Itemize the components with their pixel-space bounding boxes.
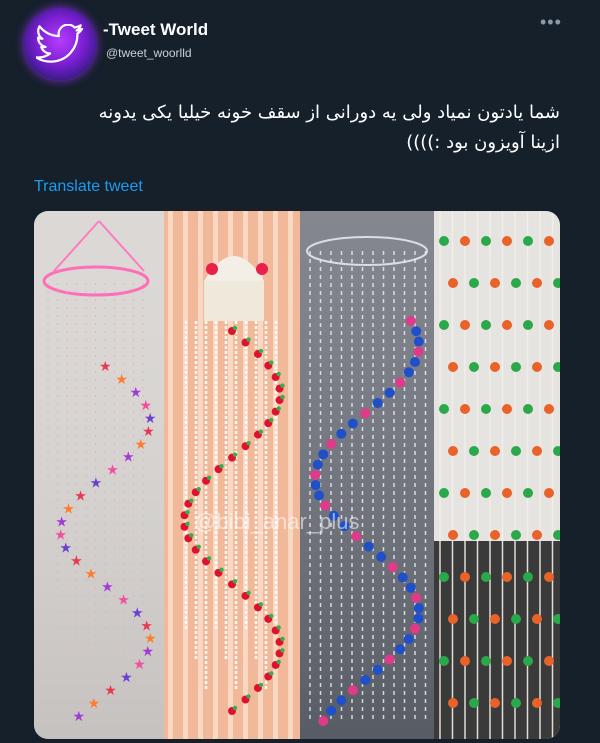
tweet-text-line-1: شما یادتون نمیاد ولی یه دورانی از سقف خو… (98, 102, 560, 123)
star-bead: ★ (120, 670, 133, 686)
star-bead: ★ (104, 683, 117, 699)
tweet-text-line-2: ازینا آویزون بود :)))) (406, 132, 560, 153)
tweet-text: شما یادتون نمیاد ولی یه دورانی از سقف خو… (40, 98, 560, 158)
pink-hanging-mobile-panel: ★★★★★★★★★★★★★★★★★★★★★★★★★★★★ (34, 211, 164, 739)
star-bead: ★ (70, 553, 83, 569)
star-bead: ★ (101, 579, 114, 595)
star-bead: ★ (74, 489, 87, 505)
blue-pink-bead-spiral-panel (300, 211, 434, 739)
avatar[interactable] (24, 8, 96, 80)
star-bead: ★ (134, 437, 147, 453)
tweet-media-image[interactable]: ★ ★ ★ ★ ★ ★ ★ ★ ★ ★ ★ ★ ★ ★ ★ ★ ★ ★ ★ ★ ★ ★ ★ ★ ★ ★ ★ ★ (34, 211, 560, 739)
more-icon[interactable]: ••• (540, 12, 562, 33)
media-collage: ★★★★★★★★★★★★★★★★★★★★★★★★★★★★ @bibi_anar_… (34, 211, 560, 739)
star-bead: ★ (122, 450, 135, 466)
white-red-bead-chandelier-panel (164, 211, 300, 739)
user-handle[interactable]: @tweet_woorlld (106, 46, 192, 60)
star-bead: ★ (73, 709, 86, 725)
star-bead: ★ (90, 476, 103, 492)
bird-icon (36, 24, 84, 63)
star-bead: ★ (85, 566, 98, 582)
star-bead: ★ (133, 657, 146, 673)
star-bead: ★ (106, 463, 119, 479)
star-bead: ★ (115, 372, 128, 388)
star-bead: ★ (99, 359, 112, 375)
star-bead: ★ (88, 696, 101, 712)
star-bead: ★ (117, 592, 130, 608)
display-name[interactable]: -Tweet World (103, 20, 208, 40)
watermark-text: @bibi_anar_plus (194, 509, 359, 534)
translate-tweet-link[interactable]: Translate tweet (34, 178, 143, 196)
green-orange-bead-mobile-panel (434, 211, 560, 739)
